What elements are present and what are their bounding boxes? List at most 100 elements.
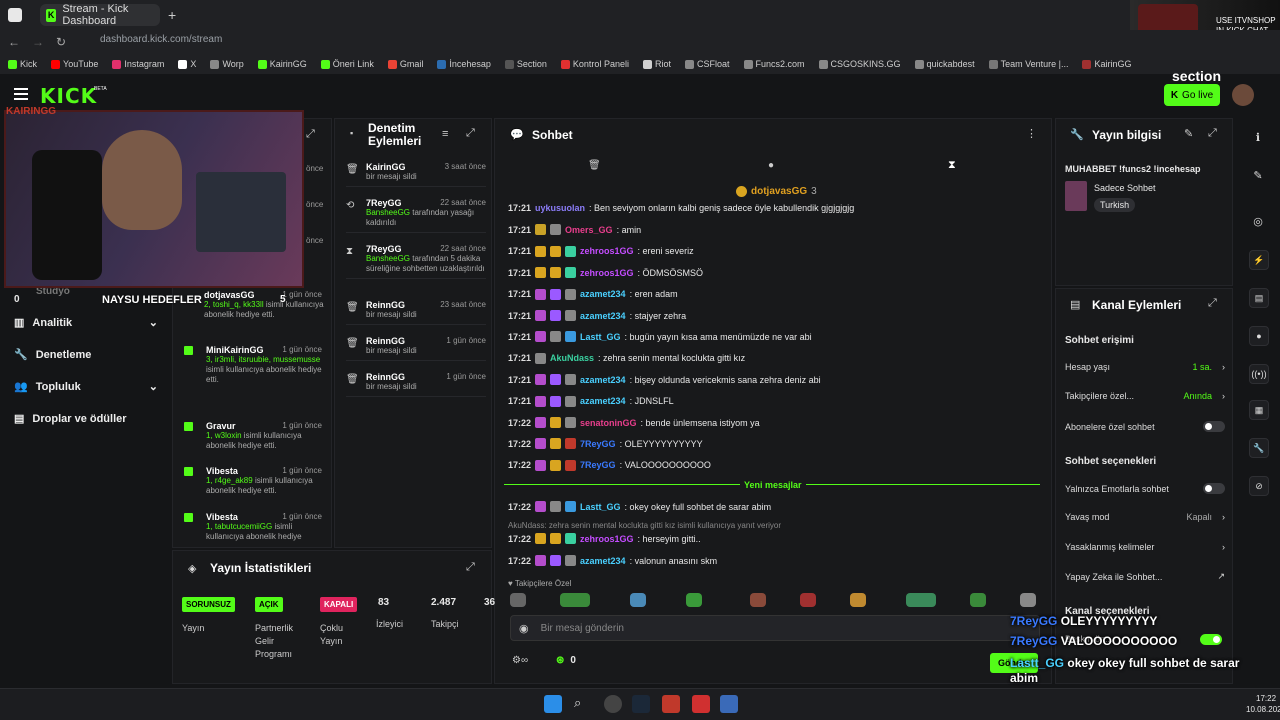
bookmark-item[interactable]: Worp [210,59,244,69]
message-user[interactable]: uykusuolan [535,203,585,213]
bookmark-item[interactable]: YouTube [51,59,98,69]
windows-start-icon[interactable] [544,695,562,713]
bookmark-item[interactable]: Kick [8,59,37,69]
chat-bubble-icon[interactable]: ● [1249,326,1269,346]
popout-icon[interactable]: ⤢ [466,127,475,140]
broadcast-icon[interactable]: ((•)) [1249,364,1269,384]
points-counter[interactable]: ⊛ 0 [556,655,576,666]
emote-icon[interactable] [510,593,526,607]
message-user[interactable]: azamet234 [580,556,626,566]
banned-words-row[interactable]: Yasaklanmış kelimeler › [1065,542,1225,552]
popout-icon[interactable]: ⤢ [466,561,475,574]
account-age-row[interactable]: Hesap yaşı 1 sa. › [1065,362,1225,372]
bookmark-item[interactable]: Gmail [387,59,423,69]
bookmark-item[interactable]: Kontrol Paneli [560,59,629,69]
message-user[interactable]: AkuNdass [550,353,594,363]
search-icon[interactable]: ⌕ [574,695,592,713]
chat-bubble-icon[interactable]: ● [768,160,774,171]
ban-icon[interactable]: ⊘ [1249,476,1269,496]
url-field[interactable]: dashboard.kick.com/stream [80,34,1130,50]
wrench-icon[interactable]: 🔧 [1249,438,1269,458]
message-user[interactable]: senatoninGG [580,418,637,428]
message-user[interactable]: azamet234 [580,396,626,406]
filter-icon[interactable]: ≡ [442,128,448,140]
message-user[interactable]: azamet234 [580,289,626,299]
subs-toggle[interactable] [1203,421,1225,432]
go-live-button[interactable]: K Go live [1164,84,1220,106]
message-user[interactable]: 7ReyGG [580,460,616,470]
sidebar-item-analytics[interactable]: ▥ Analitik ⌄ [14,316,158,330]
chat-input[interactable]: ◉ Bir mesaj gönderin [510,615,1040,641]
message-user[interactable]: zehroos1GG [580,246,634,256]
app-icon[interactable] [720,695,738,713]
hourglass-icon[interactable]: ⧗ [948,159,956,172]
emoji-icon[interactable]: ◉ [519,622,529,635]
sidebar-item-community[interactable]: 👥 Topluluk ⌄ [14,380,158,394]
bookmark-item[interactable]: Instagram [112,59,164,69]
bookmark-item[interactable]: Team Venture |... [988,59,1068,69]
settings-icon[interactable]: ⚙∞ [512,655,528,666]
popout-icon[interactable]: ⤢ [306,128,315,141]
popout-icon[interactable]: ⤢ [1208,127,1217,140]
edit-icon[interactable]: ✎ [1249,166,1267,184]
browser-tab[interactable]: K Stream - Kick Dashboard [40,3,160,27]
menu-icon[interactable] [14,88,28,100]
bookmark-item[interactable]: İncehesap [437,59,491,69]
target-icon[interactable]: ◎ [1249,212,1267,230]
bookmark-item[interactable]: KairinGG [257,59,307,69]
edit-icon[interactable]: ✎ [1184,127,1193,140]
pinned-user: dotjavasGG [751,186,808,197]
back-icon[interactable]: ← [8,35,20,49]
reload-icon[interactable]: ↻ [56,35,66,49]
emote-icon[interactable] [906,593,936,607]
slow-mode-row[interactable]: Yavaş mod Kapalı › [1065,512,1225,522]
emote-icon[interactable] [850,593,866,607]
emote-icon[interactable] [630,593,646,607]
followers-only-row[interactable]: Takipçilere özel... Anında › [1065,391,1225,401]
forward-icon[interactable]: → [32,35,44,49]
message-user[interactable]: azamet234 [580,311,626,321]
app-icon[interactable] [604,695,622,713]
message-user[interactable]: azamet234 [580,375,626,385]
sidebar-item-drops[interactable]: ▤ Droplar ve ödüller [14,412,127,426]
kick-logo[interactable]: KICK [40,84,97,108]
popout-icon[interactable]: ⤢ [1208,297,1217,310]
trash-icon[interactable]: 🗑 [588,160,601,171]
message-user[interactable]: zehroos1GG [580,268,634,278]
app-icon[interactable] [692,695,710,713]
bolt-icon[interactable]: ⚡ [1249,250,1269,270]
emote-icon[interactable] [1020,593,1036,607]
message-user[interactable]: Omers_GG [565,225,613,235]
emote-icon[interactable] [800,593,816,607]
bookmark-item[interactable]: KairinGG [1082,59,1131,69]
vivaldi-menu-icon[interactable] [8,8,22,22]
bookmark-item[interactable]: Öneri Link [320,59,374,69]
avatar[interactable] [1232,84,1254,106]
vivaldi-icon[interactable] [662,695,680,713]
more-icon[interactable]: ⋮ [1026,127,1037,140]
bookmark-item[interactable]: Funcs2.com [743,59,805,69]
bookmark-item[interactable]: CSFloat [684,59,730,69]
emote-icon[interactable] [750,593,766,607]
emote-only-toggle[interactable] [1203,483,1225,494]
bookmark-item[interactable]: X [178,59,196,69]
message-user[interactable]: Lastt_GG [580,332,621,342]
new-tab-icon[interactable]: + [168,7,176,23]
bookmark-item[interactable]: Section [504,59,547,69]
info-icon[interactable]: ℹ [1249,128,1267,146]
raid-toggle[interactable] [1200,634,1222,645]
message-user[interactable]: zehroos1GG [580,534,634,544]
panel-icon[interactable]: ▦ [1249,400,1269,420]
emote-icon[interactable] [686,593,702,607]
bookmark-item[interactable]: CSGOSKINS.GG [818,59,901,69]
bookmark-item[interactable]: quickabdest [914,59,975,69]
list-icon[interactable]: ▤ [1249,288,1269,308]
ai-chat-row[interactable]: Yapay Zeka ile Sohbet... ↗ [1065,571,1225,582]
steam-icon[interactable] [632,695,650,713]
emote-icon[interactable] [970,593,986,607]
message-user[interactable]: 7ReyGG [580,439,616,449]
bookmark-item[interactable]: Riot [642,59,671,69]
message-user[interactable]: Lastt_GG [580,502,621,512]
emote-icon[interactable] [560,593,590,607]
sidebar-item-moderation[interactable]: 🔧 Denetleme [14,348,91,362]
